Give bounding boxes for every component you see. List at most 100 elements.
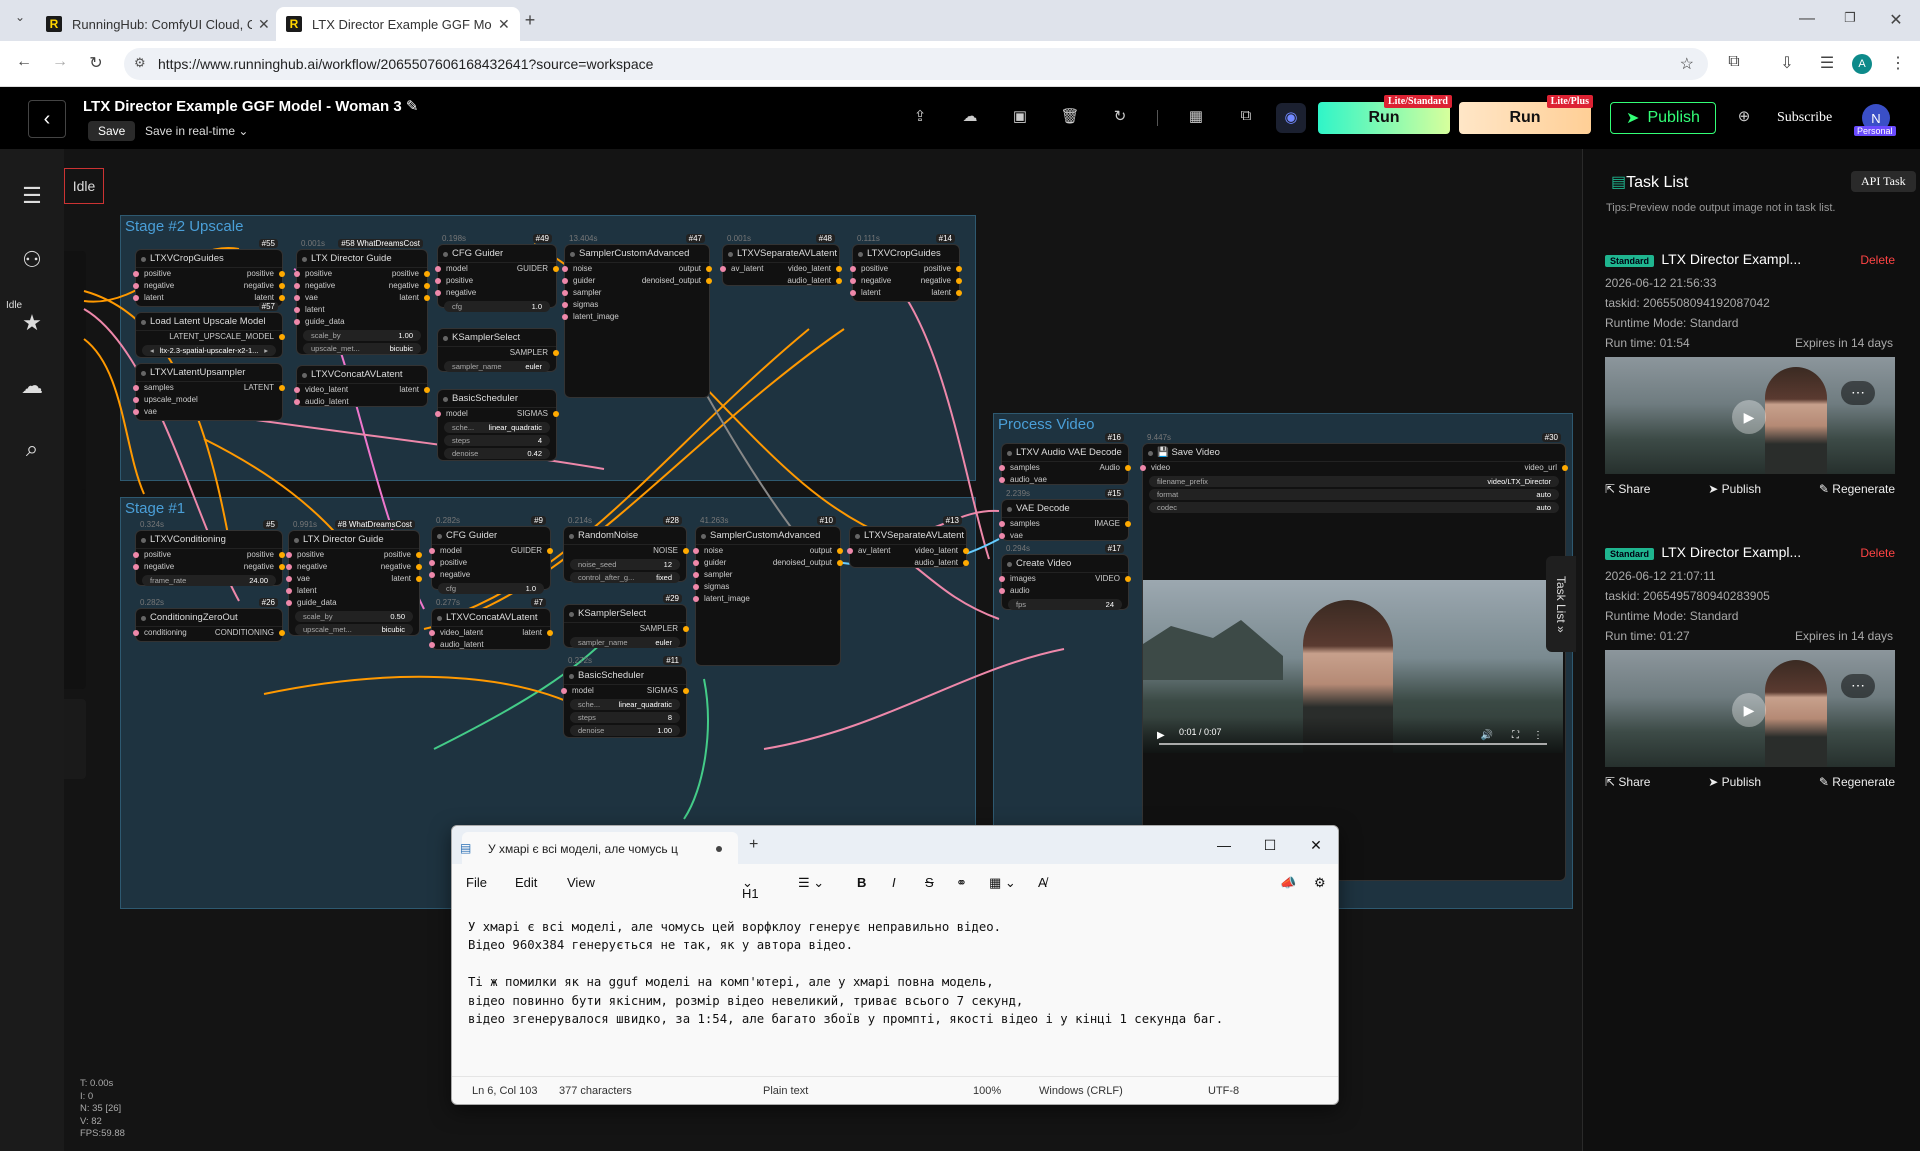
share-button[interactable]: ⇱ Share bbox=[1605, 482, 1650, 496]
node-widget[interactable]: fps 24 bbox=[1008, 599, 1122, 610]
back-icon[interactable]: ← bbox=[12, 53, 36, 71]
node-ltxv-crop-guides[interactable]: #55 LTXVCropGuides positive positive nega… bbox=[133, 239, 285, 307]
regenerate-button[interactable]: ✎ Regenerate bbox=[1819, 775, 1895, 789]
bookmark-star-icon[interactable]: ☆ bbox=[1680, 54, 1694, 74]
task-list-side-tab[interactable]: Task List » bbox=[1546, 556, 1576, 652]
node-widget[interactable]: codec auto bbox=[1149, 502, 1559, 513]
menu-edit[interactable]: Edit bbox=[515, 875, 537, 890]
node-widget[interactable]: sampler_name euler bbox=[570, 637, 680, 648]
publish-button[interactable]: ➤ Publish bbox=[1610, 102, 1716, 134]
settings-gear-icon[interactable]: ⚙ bbox=[1314, 875, 1326, 891]
save-button[interactable]: Save bbox=[88, 121, 136, 141]
node-vae-decode[interactable]: 2.239s #15 VAE Decode samples IMAGE vae bbox=[999, 489, 1131, 541]
edit-pencil-icon[interactable]: ✎ bbox=[406, 98, 419, 115]
video-progress-bar[interactable] bbox=[1159, 743, 1547, 745]
list-icon[interactable]: ☰ ⌄ bbox=[798, 875, 824, 891]
menu-view[interactable]: View bbox=[567, 875, 595, 890]
regenerate-button[interactable]: ✎ Regenerate bbox=[1819, 482, 1895, 496]
node-widget[interactable]: ◂ ltx-2.3-spatial-upscaler-x2-1... ▸ bbox=[142, 345, 276, 356]
node-widget[interactable]: filename_prefix video/LTX_Director bbox=[1149, 476, 1559, 487]
maximize-icon[interactable]: ☐ bbox=[1250, 830, 1290, 860]
delete-button[interactable]: Delete bbox=[1860, 546, 1895, 560]
task-card[interactable]: Standard LTX Director Exampl... Delete 2… bbox=[1605, 251, 1905, 496]
close-tab-icon[interactable]: ✕ bbox=[498, 16, 510, 33]
node-widget[interactable]: cfg 1.0 bbox=[444, 301, 550, 312]
run-standard-button[interactable]: Run Lite/Standard bbox=[1318, 95, 1452, 134]
node-basic-scheduler-s1[interactable]: 0.272s #11 BasicScheduler model SIGMAS sc… bbox=[561, 656, 689, 738]
heading-select[interactable]: H1 ⌄ bbox=[742, 875, 759, 901]
cloud-icon[interactable]: ☁ bbox=[18, 373, 46, 401]
profile-avatar[interactable]: A bbox=[1852, 54, 1872, 74]
export-icon[interactable]: ▣ bbox=[1009, 107, 1031, 129]
share-button[interactable]: ⇱ Share bbox=[1605, 775, 1650, 789]
node-basic-scheduler-s2[interactable]: BasicScheduler model SIGMAS sche... linear… bbox=[435, 389, 559, 461]
delete-button[interactable]: Delete bbox=[1860, 253, 1895, 267]
forward-icon[interactable]: → bbox=[48, 53, 72, 71]
node-ltxv-latent-upsampler[interactable]: LTXVLatentUpsampler samples LATENT upscal… bbox=[133, 363, 285, 421]
address-bar[interactable]: ⚙ https://www.runninghub.ai/workflow/206… bbox=[124, 48, 1708, 80]
node-widget[interactable]: format auto bbox=[1149, 489, 1559, 500]
task-card[interactable]: Standard LTX Director Exampl... Delete 2… bbox=[1605, 544, 1905, 789]
node-widget[interactable]: denoise 1.00 bbox=[570, 725, 680, 736]
node-load-latent-upscale-model[interactable]: #57 Load Latent Upscale Model LATENT_UPS… bbox=[135, 302, 285, 358]
volume-icon[interactable]: 🔊 bbox=[1481, 730, 1493, 741]
node-widget[interactable]: frame_rate 24.00 bbox=[142, 575, 276, 586]
node-widget[interactable]: scale_by 1.00 bbox=[303, 330, 421, 341]
browser-tab[interactable]: R RunningHub: ComfyUI Cloud, C ✕ bbox=[36, 7, 280, 41]
node-ltxv-separate-av-latent-s2[interactable]: 0.001s #48 LTXVSeparateAVLatent av_laten… bbox=[720, 234, 842, 286]
reading-list-icon[interactable]: ☰ bbox=[1815, 53, 1839, 73]
chat-search-icon[interactable]: ⌕ bbox=[18, 436, 46, 464]
node-cfg-guider-s1[interactable]: 0.282s #9 CFG Guider model GUIDER positiv… bbox=[429, 516, 553, 594]
grid-icon[interactable]: ▦ bbox=[1185, 107, 1207, 129]
node-widget[interactable]: steps 4 bbox=[444, 435, 550, 446]
minimize-window-icon[interactable]: — bbox=[1795, 10, 1819, 28]
minimize-icon[interactable]: — bbox=[1204, 830, 1244, 860]
node-tree-icon[interactable]: ⚇ bbox=[18, 247, 46, 275]
play-icon[interactable]: ▶ bbox=[1732, 693, 1766, 727]
node-conditioning-zero-out[interactable]: 0.282s #26 ConditioningZeroOut condition… bbox=[133, 598, 285, 642]
strikethrough-icon[interactable]: S bbox=[925, 875, 934, 890]
close-tab-icon[interactable]: ✕ bbox=[258, 16, 270, 33]
node-ltxv-concat-av-latent-s1[interactable]: 0.277s #7 LTXVConcatAVLatent video_laten… bbox=[429, 598, 553, 650]
publish-task-button[interactable]: ➤ Publish bbox=[1708, 482, 1761, 496]
cloud-download-icon[interactable]: ☁ bbox=[959, 107, 981, 129]
language-globe-icon[interactable]: ⊕ bbox=[1733, 107, 1755, 129]
node-ltx-director-guide-s1[interactable]: 0.991s #8 WhatDreamsCost LTX Director Gu… bbox=[286, 520, 422, 636]
node-ksampler-select-s2[interactable]: KSamplerSelect SAMPLER sampler_name euler bbox=[437, 328, 559, 372]
italic-icon[interactable]: I bbox=[892, 875, 896, 890]
notepad-text-area[interactable]: У хмарі є всі моделі, але чомусь цей вор… bbox=[468, 918, 1318, 1028]
node-widget[interactable]: steps 8 bbox=[570, 712, 680, 723]
play-icon[interactable]: ▶ bbox=[1157, 730, 1165, 741]
discord-icon[interactable]: ◉ bbox=[1276, 103, 1306, 133]
extensions-icon[interactable]: ⧉ bbox=[1722, 53, 1746, 71]
bold-icon[interactable]: B bbox=[857, 875, 866, 890]
new-tab-icon[interactable]: + bbox=[749, 836, 758, 854]
close-window-icon[interactable]: ✕ bbox=[1884, 10, 1908, 30]
task-video-thumbnail[interactable]: ▶ ⋯ bbox=[1605, 357, 1895, 474]
upload-icon[interactable]: ⇪ bbox=[909, 107, 931, 129]
more-options-icon[interactable]: ⋯ bbox=[1841, 674, 1875, 698]
node-create-video[interactable]: 0.294s #17 Create Video images VIDEO audi… bbox=[999, 544, 1131, 610]
node-widget[interactable]: control_after_g... fixed bbox=[570, 572, 680, 583]
node-ltxv-separate-av-latent-s1[interactable]: #13 LTXVSeparateAVLatent av_latent video_… bbox=[847, 516, 969, 568]
notepad-window[interactable]: ▤ У хмарі є всі моделі, але чомусь ц + —… bbox=[451, 825, 1339, 1105]
save-mode-dropdown[interactable]: Save in real-time ⌄ bbox=[145, 124, 248, 138]
new-tab-icon[interactable]: + bbox=[518, 10, 542, 31]
task-video-thumbnail[interactable]: ▶ ⋯ bbox=[1605, 650, 1895, 767]
tab-search-icon[interactable]: ⌄ bbox=[8, 10, 32, 24]
copilot-icon[interactable]: 📣 bbox=[1280, 875, 1296, 891]
node-widget[interactable]: sche... linear_quadratic bbox=[570, 699, 680, 710]
browser-tab-active[interactable]: R LTX Director Example GGF Mod ✕ bbox=[276, 7, 520, 41]
clear-format-icon[interactable]: A̸ bbox=[1038, 875, 1047, 890]
menu-file[interactable]: File bbox=[466, 875, 487, 890]
back-button[interactable]: ‹ bbox=[28, 100, 66, 138]
play-icon[interactable]: ▶ bbox=[1732, 400, 1766, 434]
video-more-icon[interactable]: ⋮ bbox=[1533, 730, 1543, 741]
document-icon[interactable]: ☰ bbox=[18, 183, 46, 211]
api-task-button[interactable]: API Task bbox=[1851, 171, 1916, 192]
node-random-noise[interactable]: 0.214s #28 RandomNoise NOISE noise_seed 1… bbox=[563, 516, 689, 583]
node-widget[interactable]: upscale_met... bicubic bbox=[303, 343, 421, 354]
node-widget[interactable]: sche... linear_quadratic bbox=[444, 422, 550, 433]
downloads-icon[interactable]: ⇩ bbox=[1775, 53, 1799, 73]
favorites-star-icon[interactable]: ★ bbox=[18, 310, 46, 338]
